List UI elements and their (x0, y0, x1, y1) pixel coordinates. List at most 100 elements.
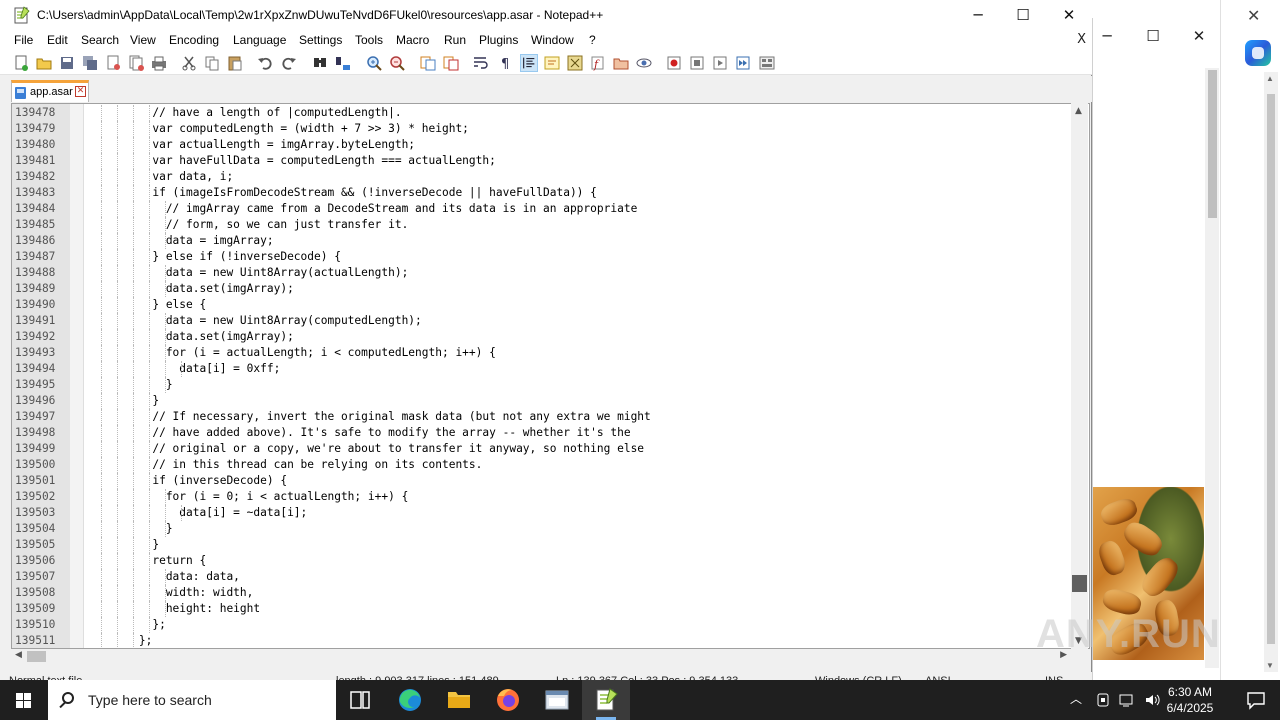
code-line[interactable]: 139507 data: data, (12, 569, 1076, 585)
horizontal-scroll-thumb[interactable] (27, 651, 46, 662)
horizontal-scrollbar[interactable]: ◀ ▶ (11, 649, 1071, 664)
background-maximize-button[interactable]: ☐ (1141, 26, 1165, 46)
scroll-up-icon[interactable]: ▲ (1075, 106, 1082, 116)
save-macro-icon[interactable] (758, 54, 776, 72)
play-macro-icon[interactable] (711, 54, 729, 72)
indent-guide-icon[interactable] (520, 54, 538, 72)
menu-file[interactable]: File (14, 33, 33, 47)
menu-encoding[interactable]: Encoding (169, 33, 219, 47)
vertical-scroll-thumb[interactable] (1072, 575, 1087, 592)
tab-close-button[interactable]: ✕ (75, 86, 86, 97)
menu-run[interactable]: Run (444, 33, 466, 47)
code-line[interactable]: 139478 // have a length of |computedLeng… (12, 105, 1076, 121)
code-line[interactable]: 139506 return { (12, 553, 1076, 569)
menu-tools[interactable]: Tools (355, 33, 383, 47)
code-line[interactable]: 139504 } (12, 521, 1076, 537)
code-line[interactable]: 139480 var actualLength = imgArray.byteL… (12, 137, 1076, 153)
code-line[interactable]: 139482 var data, i; (12, 169, 1076, 185)
zoom-in-icon[interactable] (365, 54, 383, 72)
edge-icon[interactable] (386, 680, 434, 720)
code-line[interactable]: 139493 for (i = actualLength; i < comput… (12, 345, 1076, 361)
code-line[interactable]: 139487 } else if (!inverseDecode) { (12, 249, 1076, 265)
show-all-chars-icon[interactable]: ¶ (496, 54, 514, 72)
open-file-icon[interactable] (35, 54, 53, 72)
menu-language[interactable]: Language (233, 33, 286, 47)
redo-icon[interactable] (280, 54, 298, 72)
code-line[interactable]: 139496 } (12, 393, 1076, 409)
close-button[interactable]: ✕ (1046, 0, 1092, 31)
background-close-button[interactable]: ✕ (1187, 26, 1211, 46)
undo-icon[interactable] (256, 54, 274, 72)
show-hidden-icons-icon[interactable]: ︿ (1070, 690, 1082, 707)
network-icon[interactable] (1118, 692, 1136, 708)
scroll-left-icon[interactable]: ◀ (15, 650, 22, 660)
side-panel-scrollbar[interactable]: ▲ ▼ (1264, 72, 1278, 672)
task-view-icon[interactable] (336, 680, 384, 720)
clock[interactable]: 6:30 AM 6/4/2025 (1160, 684, 1220, 716)
menu-macro[interactable]: Macro (396, 33, 429, 47)
close-document-icon[interactable]: X (1077, 32, 1086, 47)
stop-record-icon[interactable] (688, 54, 706, 72)
menu-window[interactable]: Window (531, 33, 574, 47)
code-line[interactable]: 139500 // in this thread can be relying … (12, 457, 1076, 473)
save-all-icon[interactable] (81, 54, 99, 72)
code-line[interactable]: 139494 data[i] = 0xff; (12, 361, 1076, 377)
code-line[interactable]: 139499 // original or a copy, we're abou… (12, 441, 1076, 457)
minimize-button[interactable]: ─ (955, 0, 1001, 31)
menu-help[interactable]: ? (589, 33, 596, 47)
code-line[interactable]: 139503 data[i] = ~data[i]; (12, 505, 1076, 521)
cut-icon[interactable] (180, 54, 198, 72)
code-line[interactable]: 139505 } (12, 537, 1076, 553)
title-bar[interactable]: C:\Users\admin\AppData\Local\Temp\2w1rXp… (0, 0, 1092, 31)
vertical-scrollbar[interactable]: ▲ ▼ (1071, 103, 1088, 649)
copilot-icon[interactable] (1245, 40, 1271, 66)
word-wrap-icon[interactable] (472, 54, 490, 72)
code-line[interactable]: 139492 data.set(imgArray); (12, 329, 1076, 345)
code-line[interactable]: 139484 // imgArray came from a DecodeStr… (12, 201, 1076, 217)
zoom-out-icon[interactable] (388, 54, 406, 72)
code-line[interactable]: 139491 data = new Uint8Array(computedLen… (12, 313, 1076, 329)
replace-icon[interactable] (334, 54, 352, 72)
code-line[interactable]: 139510 }; (12, 617, 1076, 633)
code-line[interactable]: 139511 }; (12, 633, 1076, 648)
sync-horizontal-icon[interactable] (442, 54, 460, 72)
code-line[interactable]: 139485 // form, so we can just transfer … (12, 217, 1076, 233)
doc-map-icon[interactable] (566, 54, 584, 72)
code-line[interactable]: 139483 if (imageIsFromDecodeStream && (!… (12, 185, 1076, 201)
run-macro-multiple-icon[interactable] (734, 54, 752, 72)
code-line[interactable]: 139488 data = new Uint8Array(actualLengt… (12, 265, 1076, 281)
code-line[interactable]: 139486 data = imgArray; (12, 233, 1076, 249)
maximize-button[interactable]: ☐ (1000, 0, 1046, 31)
find-icon[interactable] (311, 54, 329, 72)
code-line[interactable]: 139509 height: height (12, 601, 1076, 617)
code-line[interactable]: 139497 // If necessary, invert the origi… (12, 409, 1076, 425)
code-line[interactable]: 139481 var haveFullData = computedLength… (12, 153, 1076, 169)
background-minimize-button[interactable]: ─ (1095, 26, 1119, 46)
print-icon[interactable] (150, 54, 168, 72)
code-line[interactable]: 139501 if (inverseDecode) { (12, 473, 1076, 489)
menu-view[interactable]: View (130, 33, 156, 47)
save-icon[interactable] (58, 54, 76, 72)
paste-icon[interactable] (226, 54, 244, 72)
menu-search[interactable]: Search (81, 33, 119, 47)
code-line[interactable]: 139479 var computedLength = (width + 7 >… (12, 121, 1076, 137)
notifications-icon[interactable] (1246, 690, 1266, 710)
close-icon[interactable] (104, 54, 122, 72)
udl-icon[interactable] (543, 54, 561, 72)
new-file-icon[interactable] (12, 54, 30, 72)
notepadpp-taskbar-icon[interactable] (582, 680, 630, 720)
file-explorer-icon[interactable] (435, 680, 483, 720)
security-icon[interactable] (1095, 692, 1111, 708)
sync-vertical-icon[interactable] (419, 54, 437, 72)
menu-plugins[interactable]: Plugins (479, 33, 518, 47)
unknown-app-icon[interactable] (533, 680, 581, 720)
code-line[interactable]: 139502 for (i = 0; i < actualLength; i++… (12, 489, 1076, 505)
background-window[interactable]: ─ ☐ ✕ (1092, 18, 1220, 680)
code-line[interactable]: 139490 } else { (12, 297, 1076, 313)
code-line[interactable]: 139508 width: width, (12, 585, 1076, 601)
record-macro-icon[interactable] (665, 54, 683, 72)
code-line[interactable]: 139495 } (12, 377, 1076, 393)
menu-edit[interactable]: Edit (47, 33, 68, 47)
menu-settings[interactable]: Settings (299, 33, 342, 47)
code-line[interactable]: 139498 // have added above). It's safe t… (12, 425, 1076, 441)
